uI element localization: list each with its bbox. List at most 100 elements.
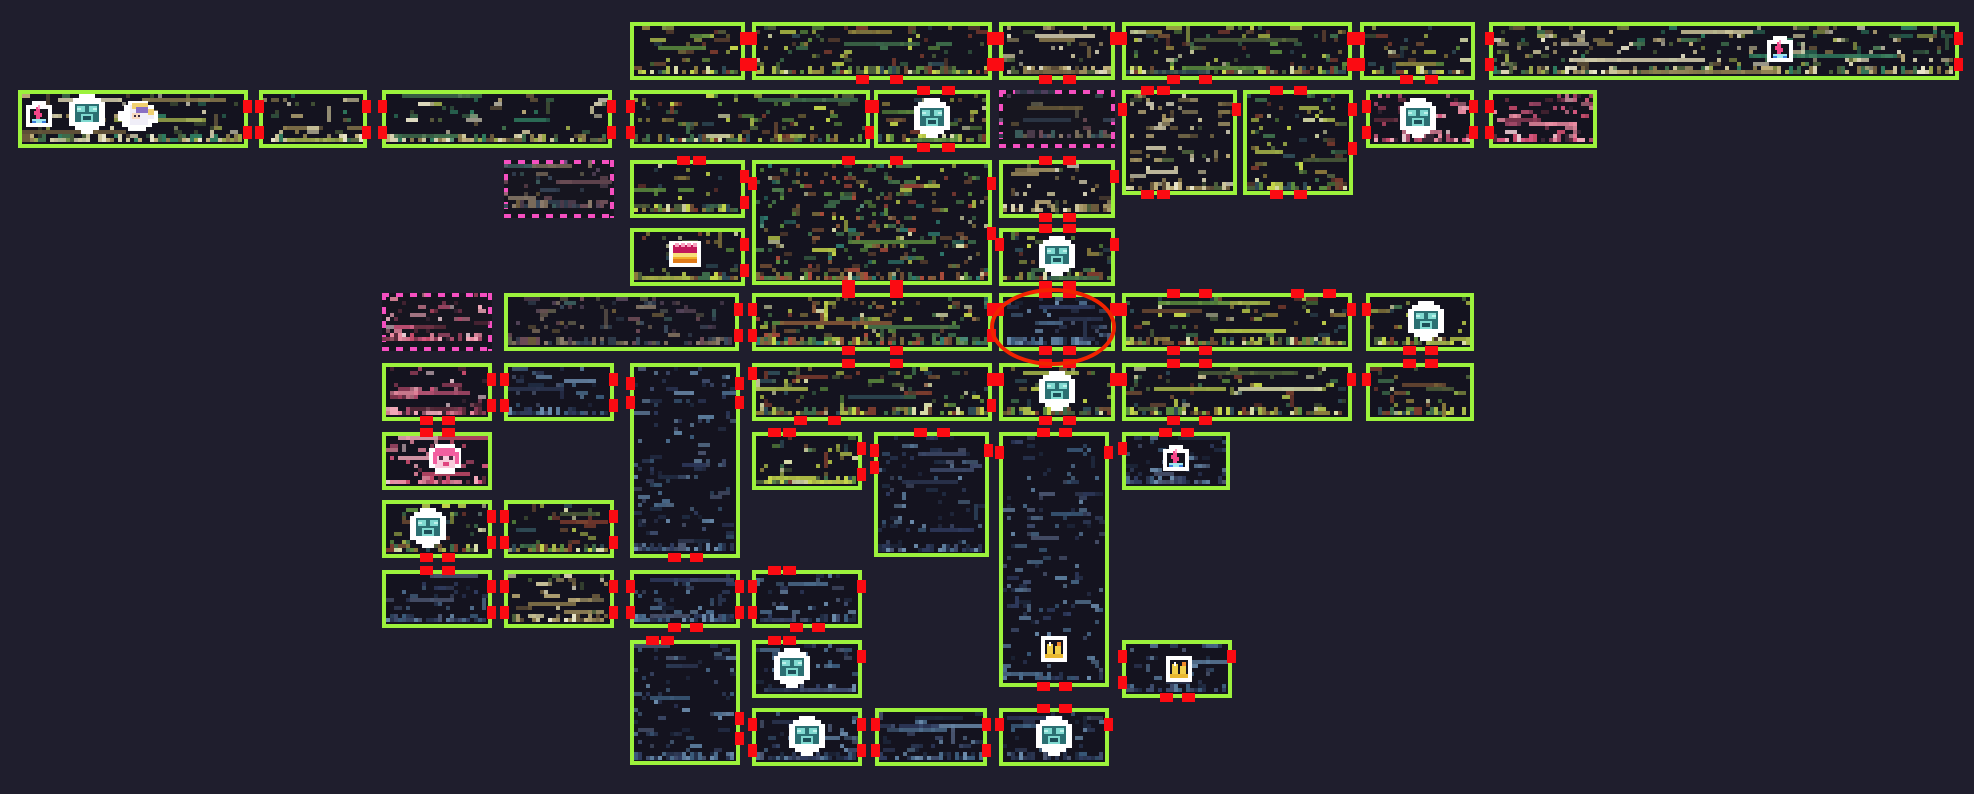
map-room[interactable] <box>1360 22 1475 80</box>
room-terrain-tiles <box>1003 26 1111 76</box>
room-door-marker <box>995 238 1004 252</box>
world-map-canvas[interactable] <box>0 0 1974 794</box>
map-room[interactable] <box>999 293 1115 351</box>
room-door-marker <box>1485 32 1494 46</box>
map-room[interactable] <box>259 90 367 148</box>
map-room[interactable] <box>382 570 492 628</box>
map-room[interactable] <box>875 708 987 766</box>
map-room[interactable] <box>630 640 740 765</box>
room-door-marker <box>442 553 455 562</box>
room-door-marker <box>1403 346 1417 355</box>
room-terrain-tiles <box>504 160 614 218</box>
room-terrain-tiles <box>1364 26 1471 76</box>
map-room[interactable] <box>1122 90 1237 195</box>
room-door-marker <box>748 718 757 732</box>
room-door-marker <box>740 195 749 209</box>
map-room[interactable] <box>1122 363 1352 421</box>
room-door-marker <box>937 428 950 437</box>
map-room[interactable] <box>382 363 492 421</box>
crystal-save-point-icon <box>1394 97 1442 138</box>
room-door-marker <box>487 398 496 412</box>
room-door-marker <box>487 580 496 594</box>
map-room[interactable] <box>630 160 745 218</box>
room-terrain-tiles <box>1003 297 1111 347</box>
room-door-marker <box>1104 446 1113 460</box>
room-door-marker <box>890 346 903 355</box>
map-room[interactable] <box>1122 293 1352 351</box>
map-room[interactable] <box>504 570 614 628</box>
room-door-marker <box>1110 238 1119 252</box>
map-room[interactable] <box>999 22 1115 80</box>
room-door-marker <box>1059 682 1072 691</box>
map-room[interactable] <box>752 22 992 80</box>
map-room[interactable] <box>630 90 870 148</box>
map-room[interactable] <box>630 363 740 558</box>
room-door-marker <box>442 416 455 425</box>
map-room[interactable] <box>752 363 992 421</box>
room-door-marker <box>1362 303 1371 317</box>
map-room[interactable] <box>752 293 992 351</box>
room-door-marker <box>748 605 757 619</box>
room-door-marker <box>1348 141 1357 155</box>
room-door-marker <box>857 743 866 757</box>
map-room[interactable] <box>1122 22 1352 80</box>
room-door-marker <box>740 238 749 252</box>
map-room[interactable] <box>752 570 862 628</box>
room-door-marker <box>1362 125 1371 139</box>
map-room[interactable] <box>1489 90 1597 148</box>
map-room[interactable] <box>1243 90 1353 195</box>
map-room[interactable] <box>999 90 1115 148</box>
room-terrain-tiles <box>634 644 736 761</box>
crystal-save-point-icon <box>908 97 956 138</box>
room-door-marker <box>1118 650 1127 664</box>
room-door-marker <box>1110 170 1119 184</box>
room-door-marker <box>609 510 618 524</box>
room-door-marker <box>768 566 781 575</box>
room-door-marker <box>1062 289 1076 298</box>
room-door-marker <box>827 416 841 425</box>
room-door-marker <box>646 636 659 645</box>
map-room[interactable] <box>630 22 745 80</box>
map-room[interactable] <box>504 160 614 218</box>
room-door-marker <box>1062 359 1076 368</box>
room-door-marker <box>362 125 371 139</box>
map-room[interactable] <box>382 90 612 148</box>
room-door-marker <box>842 156 855 165</box>
room-door-marker <box>995 446 1004 460</box>
room-door-marker <box>768 636 781 645</box>
room-door-marker <box>1954 57 1963 71</box>
cake-item-icon <box>665 237 705 271</box>
map-room[interactable] <box>504 500 614 558</box>
map-room[interactable] <box>752 432 862 490</box>
map-room[interactable] <box>752 160 992 285</box>
crystal-save-point-icon <box>783 715 831 756</box>
room-door-marker <box>378 125 387 139</box>
map-room[interactable] <box>630 570 740 628</box>
room-door-marker <box>995 303 1004 317</box>
map-room[interactable] <box>382 293 492 351</box>
room-door-marker <box>1159 428 1173 437</box>
room-door-marker <box>857 580 866 594</box>
treasure-item-icon <box>1158 652 1200 686</box>
room-door-marker <box>676 156 690 165</box>
map-room[interactable] <box>874 432 989 557</box>
map-room[interactable] <box>1489 22 1959 80</box>
map-room[interactable] <box>1366 363 1474 421</box>
room-door-marker <box>987 328 996 342</box>
room-terrain-tiles <box>879 712 983 762</box>
room-door-marker <box>794 416 807 425</box>
room-door-marker <box>982 743 991 757</box>
room-terrain-tiles <box>756 26 988 76</box>
room-terrain-tiles <box>1126 367 1348 417</box>
room-door-marker <box>1198 346 1212 355</box>
room-door-marker <box>1424 359 1438 368</box>
room-door-marker <box>995 57 1004 71</box>
map-room[interactable] <box>999 160 1115 218</box>
room-door-marker <box>668 623 681 632</box>
map-room[interactable] <box>504 293 739 351</box>
room-door-marker <box>842 280 855 289</box>
map-room[interactable] <box>504 363 614 421</box>
room-door-marker <box>690 553 703 562</box>
room-door-marker <box>748 743 757 757</box>
room-door-marker <box>1362 373 1371 387</box>
